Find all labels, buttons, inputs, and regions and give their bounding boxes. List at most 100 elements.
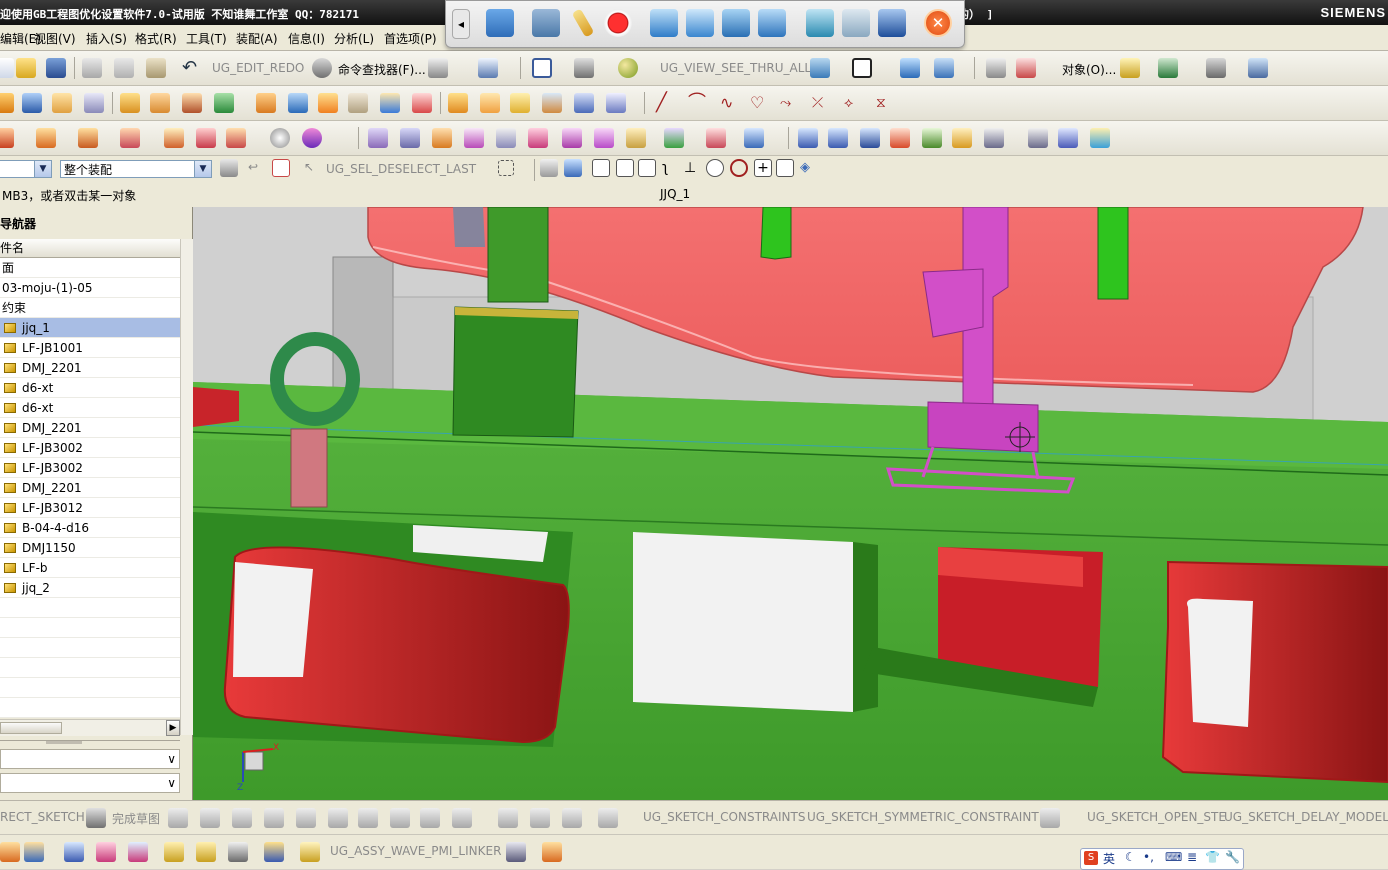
surface-through-curves-icon[interactable] xyxy=(368,128,388,148)
pattern-icon[interactable] xyxy=(574,93,594,113)
clock-icon[interactable] xyxy=(270,128,290,148)
intersection-point-icon[interactable]: ⊥ xyxy=(684,159,702,177)
layer-icon[interactable] xyxy=(428,58,448,78)
point-on-face-icon[interactable]: ◈ xyxy=(800,159,818,177)
delay-model-button[interactable]: UG_SKETCH_DELAY_MODEL_ xyxy=(1224,810,1388,824)
tree-row[interactable]: LF-JB3002 xyxy=(0,438,180,458)
assembly-cut-icon[interactable] xyxy=(226,128,246,148)
wireframe-icon[interactable] xyxy=(1028,128,1048,148)
curvature-icon[interactable] xyxy=(828,128,848,148)
sketch-tool-icon[interactable] xyxy=(264,808,284,828)
shell-icon[interactable] xyxy=(448,93,468,113)
edit-redo-button[interactable]: UG_EDIT_REDO xyxy=(212,61,304,75)
extension-surface-icon[interactable] xyxy=(594,128,614,148)
chevron-down-icon[interactable]: ▼ xyxy=(194,161,211,177)
tree-row[interactable]: jjq_1 xyxy=(0,318,180,338)
mesh-icon[interactable] xyxy=(1058,128,1078,148)
new-file-icon[interactable] xyxy=(0,58,14,78)
intersection-curve-icon[interactable]: ⧖ xyxy=(876,93,896,113)
menu-information[interactable]: 信息(I) xyxy=(288,30,325,47)
point-on-curve-icon[interactable] xyxy=(776,159,794,177)
scale-body-icon[interactable] xyxy=(542,93,562,113)
snap-point-icon[interactable] xyxy=(592,159,610,177)
sketch-tool-icon[interactable] xyxy=(200,808,220,828)
datum-icon[interactable] xyxy=(214,93,234,113)
offset-face-icon[interactable] xyxy=(510,93,530,113)
offset-surface-icon[interactable] xyxy=(562,128,582,148)
measure-icon[interactable] xyxy=(1120,58,1140,78)
orient-view-icon[interactable] xyxy=(810,58,830,78)
assembly-tool-icon[interactable] xyxy=(196,842,216,862)
section-icon[interactable] xyxy=(744,128,764,148)
new-component-icon[interactable] xyxy=(78,128,98,148)
sketch-tool-icon[interactable] xyxy=(562,808,582,828)
thicken-icon[interactable] xyxy=(706,128,726,148)
sketch-tool-icon[interactable] xyxy=(1040,808,1060,828)
assembly-tool-icon[interactable] xyxy=(164,842,184,862)
mid-point-icon[interactable] xyxy=(638,159,656,177)
sketch-tool-icon[interactable] xyxy=(358,808,378,828)
model-view[interactable] xyxy=(193,207,1388,800)
webcam-icon[interactable] xyxy=(532,9,560,37)
tree-row[interactable]: d6-xt xyxy=(0,398,180,418)
gap-check-icon[interactable] xyxy=(922,128,942,148)
display-settings-icon[interactable] xyxy=(806,9,834,37)
menu-insert[interactable]: 插入(S) xyxy=(86,30,127,47)
menu-tools[interactable]: 工具(T) xyxy=(186,30,227,47)
preview-panel-toggle[interactable]: ∨ xyxy=(0,749,180,769)
end-point-icon[interactable] xyxy=(616,159,634,177)
finish-sketch-button[interactable]: 完成草图 xyxy=(112,810,160,827)
render-style-icon[interactable] xyxy=(574,58,594,78)
tree-row[interactable]: DMJ1150 xyxy=(0,538,180,558)
view-see-thru-button[interactable]: UG_VIEW_SEE_THRU_ALL xyxy=(660,61,811,75)
ruled-surface-icon[interactable] xyxy=(400,128,420,148)
tree-row[interactable]: DMJ_2201 xyxy=(0,418,180,438)
line-icon[interactable]: ╱ xyxy=(656,93,676,113)
sweep-icon[interactable] xyxy=(84,93,104,113)
block-icon[interactable] xyxy=(22,93,42,113)
sketch-tool-icon[interactable] xyxy=(498,808,518,828)
type-filter-select[interactable]: ▼ xyxy=(0,160,52,178)
bounded-plane-icon[interactable] xyxy=(496,128,516,148)
chamfer-icon[interactable] xyxy=(412,93,432,113)
refresh-icon[interactable] xyxy=(302,128,322,148)
control-point-icon[interactable]: ʅ xyxy=(662,159,680,177)
studio-surface-icon[interactable] xyxy=(528,128,548,148)
curve-shape-icon[interactable]: ♡ xyxy=(750,93,770,113)
selection-options-icon[interactable] xyxy=(478,58,498,78)
show-hide-icon[interactable] xyxy=(1158,58,1178,78)
splitter[interactable] xyxy=(0,740,180,746)
project-curve-icon[interactable]: ⟡ xyxy=(844,93,864,113)
finish-sketch-icon[interactable] xyxy=(86,808,106,828)
sketch-tool-icon[interactable] xyxy=(328,808,348,828)
ime-menu-icon[interactable]: ≣ xyxy=(1187,850,1197,864)
chevron-down-icon[interactable]: ∨ xyxy=(167,776,176,790)
cut-icon[interactable] xyxy=(82,58,102,78)
assembly-tool-icon[interactable] xyxy=(264,842,284,862)
sketch-tool-icon[interactable] xyxy=(168,808,188,828)
punctuation-icon[interactable]: •, xyxy=(1143,850,1154,864)
close-icon[interactable]: ✕ xyxy=(924,9,952,37)
background-color-icon[interactable] xyxy=(852,58,872,78)
assembly-tool-icon[interactable] xyxy=(542,842,562,862)
assembly-tool-icon[interactable] xyxy=(506,842,526,862)
pad-icon[interactable] xyxy=(182,93,202,113)
sketch-tool-icon[interactable] xyxy=(232,808,252,828)
command-finder-button[interactable]: 命令查找器(F)... xyxy=(338,61,426,78)
texture-icon[interactable] xyxy=(1090,128,1110,148)
mirror-icon[interactable] xyxy=(606,93,626,113)
ime-language[interactable]: 英 xyxy=(1103,850,1115,867)
hide-panel-icon[interactable] xyxy=(842,9,870,37)
deviation-icon[interactable] xyxy=(890,128,910,148)
save-icon[interactable] xyxy=(46,58,66,78)
tree-row[interactable]: DMJ_2201 xyxy=(0,478,180,498)
object-display-button[interactable]: 对象(O)... xyxy=(1062,61,1116,78)
extrude-icon[interactable] xyxy=(0,93,14,113)
grid-capture-icon[interactable] xyxy=(722,9,750,37)
assembly-tool-icon[interactable] xyxy=(24,842,44,862)
paste-icon[interactable] xyxy=(146,58,166,78)
assembly-tool-icon[interactable] xyxy=(228,842,248,862)
direct-sketch-button[interactable]: RECT_SKETCH xyxy=(0,810,85,824)
analysis-icon[interactable] xyxy=(1206,58,1226,78)
tree-row[interactable]: 03-moju-(1)-05 xyxy=(0,278,180,298)
